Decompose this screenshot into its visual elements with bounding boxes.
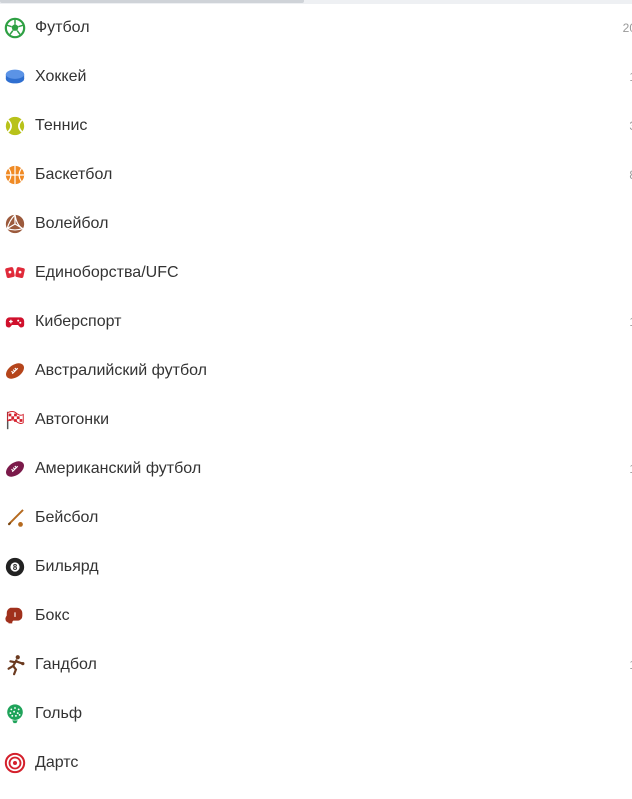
sport-item-baseball[interactable]: Бейсбол [0,494,632,543]
baseball-bat-icon [4,507,26,529]
sport-item-volleyball[interactable]: Волейбол [0,200,632,249]
sport-label: Единоборства/UFC [35,264,179,281]
sport-item-american-football[interactable]: Американский футбол 1 [0,445,632,494]
gamepad-icon [4,311,26,333]
sport-label: Австралийский футбол [35,362,208,379]
golf-ball-icon [4,703,26,725]
billiard-ball-icon: 8 [4,556,26,578]
event-count: 20 [622,21,632,35]
american-football-icon [4,458,26,480]
sport-item-football[interactable]: Футбол 20 [0,4,632,53]
sport-label: Хоккей [35,68,87,85]
sport-label: Футбол [35,19,90,36]
sport-item-darts[interactable]: Дартс [0,739,632,788]
sport-item-boxing[interactable]: Бокс [0,592,632,641]
dartboard-icon [4,752,26,774]
boxing-glove-icon [4,605,26,627]
sport-item-tennis[interactable]: Теннис 3 [0,102,632,151]
sport-item-billiards[interactable]: 8 Бильярд [0,543,632,592]
martial-arts-icon [4,262,26,284]
handball-player-icon [4,654,26,676]
aussie-rules-ball-icon [4,360,26,382]
sport-item-golf[interactable]: Гольф [0,690,632,739]
sport-label: Автогонки [35,411,110,428]
sport-item-aussie-rules[interactable]: Австралийский футбол [0,347,632,396]
sport-label: Теннис [35,117,88,134]
sport-item-handball[interactable]: Гандбол 1 [0,641,632,690]
hockey-puck-icon [4,66,26,88]
sport-label: Бокс [35,607,70,624]
football-icon [4,17,26,39]
sport-label: Американский футбол [35,460,202,477]
sport-label: Бильярд [35,558,99,575]
sport-item-basketball[interactable]: Баскетбол 8 [0,151,632,200]
sport-label: Баскетбол [35,166,113,183]
sports-list: Футбол 20 Хоккей 1 Теннис 3 Баскетбол 8 … [0,4,632,788]
tennis-ball-icon [4,115,26,137]
checkered-flag-icon [4,409,26,431]
sport-item-hockey[interactable]: Хоккей 1 [0,53,632,102]
volleyball-icon [4,213,26,235]
sport-label: Гандбол [35,656,97,673]
basketball-icon [4,164,26,186]
sport-item-esports[interactable]: Киберспорт 1 [0,298,632,347]
horizontal-scroll-thumb[interactable] [0,0,304,3]
sport-label: Гольф [35,705,82,722]
sport-label: Волейбол [35,215,109,232]
svg-text:8: 8 [13,563,18,572]
sport-label: Бейсбол [35,509,99,526]
sport-label: Киберспорт [35,313,122,330]
sport-item-motorsport[interactable]: Автогонки [0,396,632,445]
sport-label: Дартс [35,754,79,771]
sport-item-martial-arts[interactable]: Единоборства/UFC [0,249,632,298]
